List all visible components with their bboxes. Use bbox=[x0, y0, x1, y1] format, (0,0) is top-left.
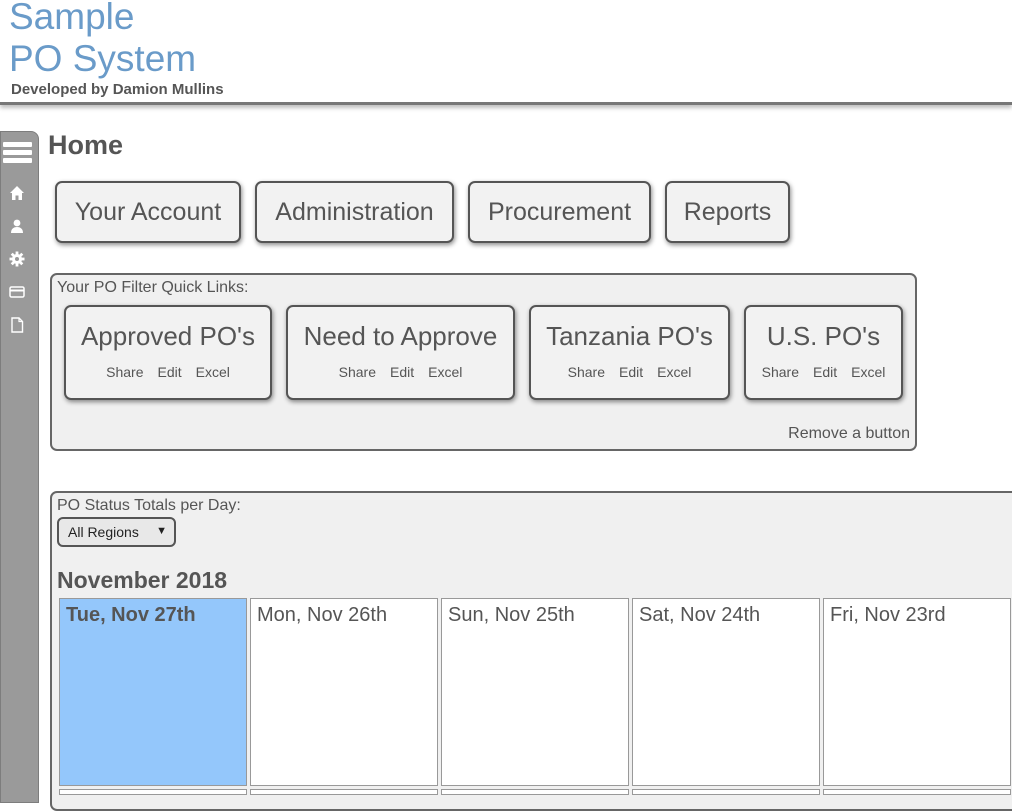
quick-link-actions: Share Edit Excel bbox=[746, 364, 901, 380]
day-cell-next-row bbox=[823, 789, 1011, 795]
quick-link-title[interactable]: Approved PO's bbox=[66, 321, 270, 352]
page-title: Home bbox=[48, 130, 124, 160]
quick-link-actions: Share Edit Excel bbox=[531, 364, 728, 380]
your-account-button[interactable]: Your Account bbox=[55, 181, 241, 243]
share-link[interactable]: Share bbox=[762, 364, 799, 380]
share-link[interactable]: Share bbox=[568, 364, 605, 380]
share-link[interactable]: Share bbox=[106, 364, 143, 380]
edit-link[interactable]: Edit bbox=[813, 364, 837, 380]
day-cell-next-row bbox=[250, 789, 438, 795]
credit-card-icon[interactable] bbox=[9, 284, 25, 300]
quick-link-tanzania-pos[interactable]: Tanzania PO's Share Edit Excel bbox=[529, 305, 730, 400]
day-cell-next-row bbox=[632, 789, 820, 795]
user-icon[interactable] bbox=[9, 218, 25, 234]
day-cell[interactable]: Sun, Nov 25th bbox=[441, 598, 629, 786]
app-header: Sample PO System Developed by Damion Mul… bbox=[0, 0, 1012, 105]
day-label: Sun, Nov 25th bbox=[448, 604, 575, 626]
excel-link[interactable]: Excel bbox=[851, 364, 885, 380]
sidebar bbox=[0, 131, 39, 803]
edit-link[interactable]: Edit bbox=[158, 364, 182, 380]
menu-icon[interactable] bbox=[3, 142, 32, 164]
day-label: Sat, Nov 24th bbox=[639, 604, 761, 626]
calendar-month-title: November 2018 bbox=[57, 567, 228, 593]
region-select[interactable]: All Regions ▼ bbox=[57, 517, 176, 547]
region-select-value: All Regions bbox=[68, 524, 139, 540]
day-cell[interactable]: Fri, Nov 23rd bbox=[823, 598, 1011, 786]
excel-link[interactable]: Excel bbox=[657, 364, 691, 380]
administration-button[interactable]: Administration bbox=[255, 181, 454, 243]
quick-link-us-pos[interactable]: U.S. PO's Share Edit Excel bbox=[744, 305, 903, 400]
share-link[interactable]: Share bbox=[339, 364, 376, 380]
day-cell-next-row bbox=[441, 789, 629, 795]
gear-icon[interactable] bbox=[9, 251, 25, 267]
quick-link-actions: Share Edit Excel bbox=[288, 364, 513, 380]
day-cell[interactable]: Mon, Nov 26th bbox=[250, 598, 438, 786]
reports-button[interactable]: Reports bbox=[665, 181, 790, 243]
quick-link-title[interactable]: U.S. PO's bbox=[746, 321, 901, 352]
edit-link[interactable]: Edit bbox=[390, 364, 414, 380]
day-cell-next-row bbox=[59, 789, 247, 795]
quick-link-approved-pos[interactable]: Approved PO's Share Edit Excel bbox=[64, 305, 272, 400]
procurement-button[interactable]: Procurement bbox=[468, 181, 651, 243]
day-label: Fri, Nov 23rd bbox=[830, 604, 946, 626]
document-icon[interactable] bbox=[9, 317, 25, 333]
day-cell[interactable]: Sat, Nov 24th bbox=[632, 598, 820, 786]
developer-credit: Developed by Damion Mullins bbox=[11, 81, 224, 98]
edit-link[interactable]: Edit bbox=[619, 364, 643, 380]
home-icon[interactable] bbox=[9, 185, 25, 201]
quick-links-label: Your PO Filter Quick Links: bbox=[57, 279, 249, 296]
quick-link-title[interactable]: Tanzania PO's bbox=[531, 321, 728, 352]
day-label: Mon, Nov 26th bbox=[257, 604, 388, 626]
app-title[interactable]: Sample PO System bbox=[9, 0, 196, 80]
quick-link-title[interactable]: Need to Approve bbox=[288, 321, 513, 352]
remove-button-link[interactable]: Remove a button bbox=[788, 425, 910, 443]
day-label: Tue, Nov 27th bbox=[66, 604, 196, 626]
quick-link-need-to-approve[interactable]: Need to Approve Share Edit Excel bbox=[286, 305, 515, 400]
app-title-line1: Sample bbox=[9, 0, 135, 37]
po-status-label: PO Status Totals per Day: bbox=[57, 497, 241, 514]
day-cell-today[interactable]: Tue, Nov 27th bbox=[59, 598, 247, 786]
chevron-down-icon: ▼ bbox=[156, 525, 167, 537]
excel-link[interactable]: Excel bbox=[196, 364, 230, 380]
quick-link-actions: Share Edit Excel bbox=[66, 364, 270, 380]
excel-link[interactable]: Excel bbox=[428, 364, 462, 380]
app-title-line2: PO System bbox=[9, 38, 197, 79]
